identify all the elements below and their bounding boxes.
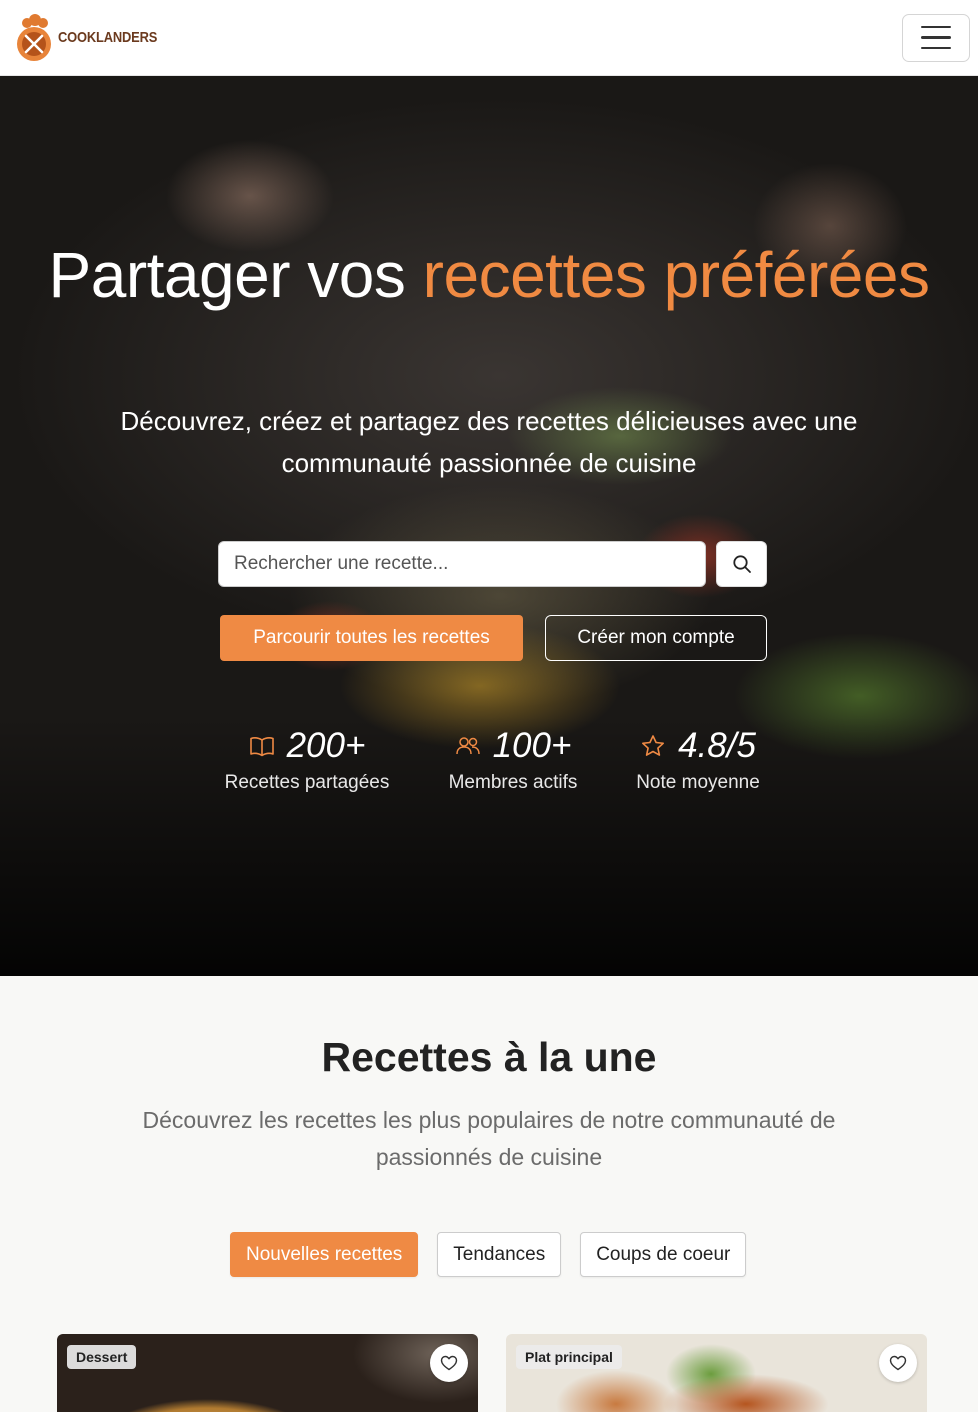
recipe-card[interactable]: Plat principal (506, 1334, 927, 1412)
hero-title-accent: recettes préférées (422, 239, 930, 311)
hamburger-menu-icon-bar (921, 36, 951, 39)
favorite-button[interactable] (430, 1344, 468, 1382)
search-icon (732, 555, 751, 573)
hero-section: Partager vos recettes préférées Découvre… (0, 76, 978, 976)
stat-rating: 4.8/5 Note moyenne (634, 726, 762, 794)
stat-value: 100+ (492, 726, 572, 765)
featured-section-subtitle: Découvrez les recettes les plus populair… (142, 1107, 836, 1170)
favorite-button[interactable] (879, 1344, 917, 1382)
hero-title: Partager vos recettes préférées (0, 238, 978, 312)
search-input[interactable] (218, 541, 706, 587)
featured-section-title: Recettes à la une (321, 1034, 657, 1080)
stat-value: 200+ (286, 726, 366, 765)
navbar: COOKLANDERS (0, 0, 978, 76)
search-bar (218, 541, 767, 587)
heart-icon (440, 1355, 458, 1371)
browse-recipes-button[interactable]: Parcourir toutes les recettes (220, 615, 523, 661)
hero-title-main: Partager vos (48, 239, 406, 311)
brand-name: COOKLANDERS (58, 29, 158, 46)
category-badge: Dessert (67, 1345, 137, 1369)
recipe-card[interactable]: Dessert (57, 1334, 478, 1412)
chef-hat-logo-icon (14, 13, 54, 62)
category-badge: Plat principal (516, 1345, 622, 1369)
stat-label: Note moyenne (636, 772, 760, 793)
hero-subtitle: Découvrez, créez et partagez des recette… (120, 406, 858, 478)
users-icon (455, 737, 480, 755)
tab-new-recipes[interactable]: Nouvelles recettes (230, 1232, 419, 1277)
stat-label: Membres actifs (448, 772, 578, 793)
star-icon (642, 735, 665, 756)
stat-label: Recettes partagées (224, 772, 390, 793)
book-icon (249, 737, 274, 757)
hero-actions: Parcourir toutes les recettes Créer mon … (220, 615, 767, 661)
brand-logo-link[interactable]: COOKLANDERS (14, 13, 173, 62)
hamburger-menu-icon-bar (921, 46, 951, 50)
hamburger-menu-icon-bar (921, 25, 951, 29)
stat-members: 100+ Membres actifs (447, 726, 579, 794)
stat-value: 4.8/5 (678, 726, 756, 765)
heart-icon (889, 1355, 907, 1371)
create-account-button[interactable]: Créer mon compte (545, 615, 767, 661)
recipe-filter-tabs: Nouvelles recettes Tendances Coups de co… (230, 1232, 747, 1277)
menu-toggle-button[interactable] (902, 13, 970, 62)
stat-recipes: 200+ Recettes partagées (224, 726, 390, 794)
tab-trending[interactable]: Tendances (437, 1232, 562, 1277)
search-button[interactable] (716, 541, 767, 587)
tab-favorites[interactable]: Coups de coeur (580, 1232, 747, 1277)
